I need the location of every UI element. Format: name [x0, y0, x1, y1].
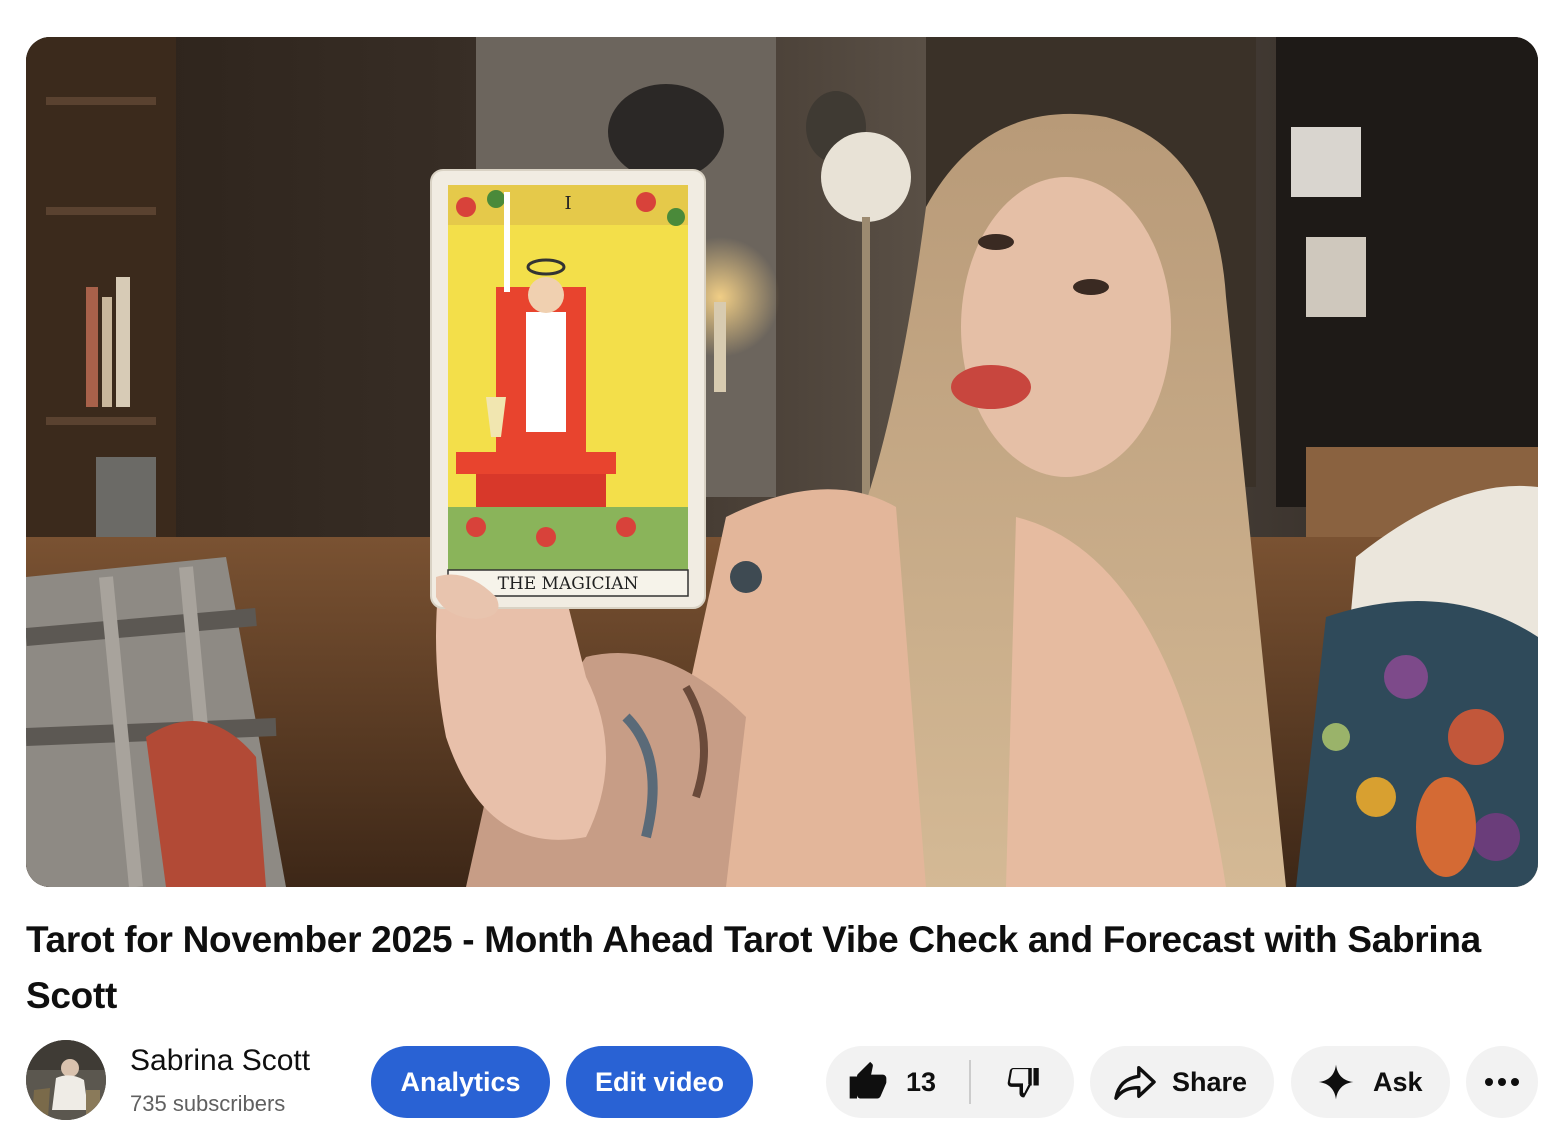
share-label: Share — [1172, 1066, 1248, 1097]
channel-avatar[interactable] — [26, 1040, 106, 1120]
video-title: Tarot for November 2025 - Month Ahead Ta… — [26, 919, 1481, 1016]
like-dislike-group: 13 — [826, 1046, 1074, 1118]
share-button[interactable]: Share — [1090, 1046, 1274, 1118]
ask-button[interactable]: Ask — [1291, 1046, 1450, 1118]
tarot-card: THE MAGICIAN I — [430, 169, 706, 609]
video-player[interactable]: THE MAGICIAN I — [26, 37, 1538, 887]
video-frame: THE MAGICIAN I — [26, 37, 1538, 887]
card-numeral: I — [564, 193, 571, 214]
card-label: THE MAGICIAN — [498, 574, 639, 594]
thumbs-down-icon — [1002, 1061, 1044, 1103]
subscriber-count: 735 subscribers — [130, 1091, 286, 1116]
analytics-button[interactable]: Analytics — [371, 1046, 550, 1118]
sparkle-icon — [1317, 1063, 1355, 1101]
dislike-button[interactable] — [971, 1046, 1074, 1118]
watch-page: THE MAGICIAN I Tarot for November 2025 -… — [0, 0, 1558, 1146]
avatar-image — [26, 1040, 106, 1120]
channel-name[interactable]: Sabrina Scott — [130, 1044, 310, 1078]
ask-label: Ask — [1373, 1066, 1423, 1097]
thumbs-up-icon — [846, 1060, 890, 1104]
like-count: 13 — [906, 1066, 937, 1097]
like-button[interactable]: 13 — [826, 1046, 969, 1118]
share-arrow-icon — [1112, 1062, 1158, 1102]
edit-video-button[interactable]: Edit video — [566, 1046, 753, 1118]
more-horizontal-icon — [1484, 1077, 1520, 1087]
more-actions-button[interactable] — [1466, 1046, 1538, 1118]
